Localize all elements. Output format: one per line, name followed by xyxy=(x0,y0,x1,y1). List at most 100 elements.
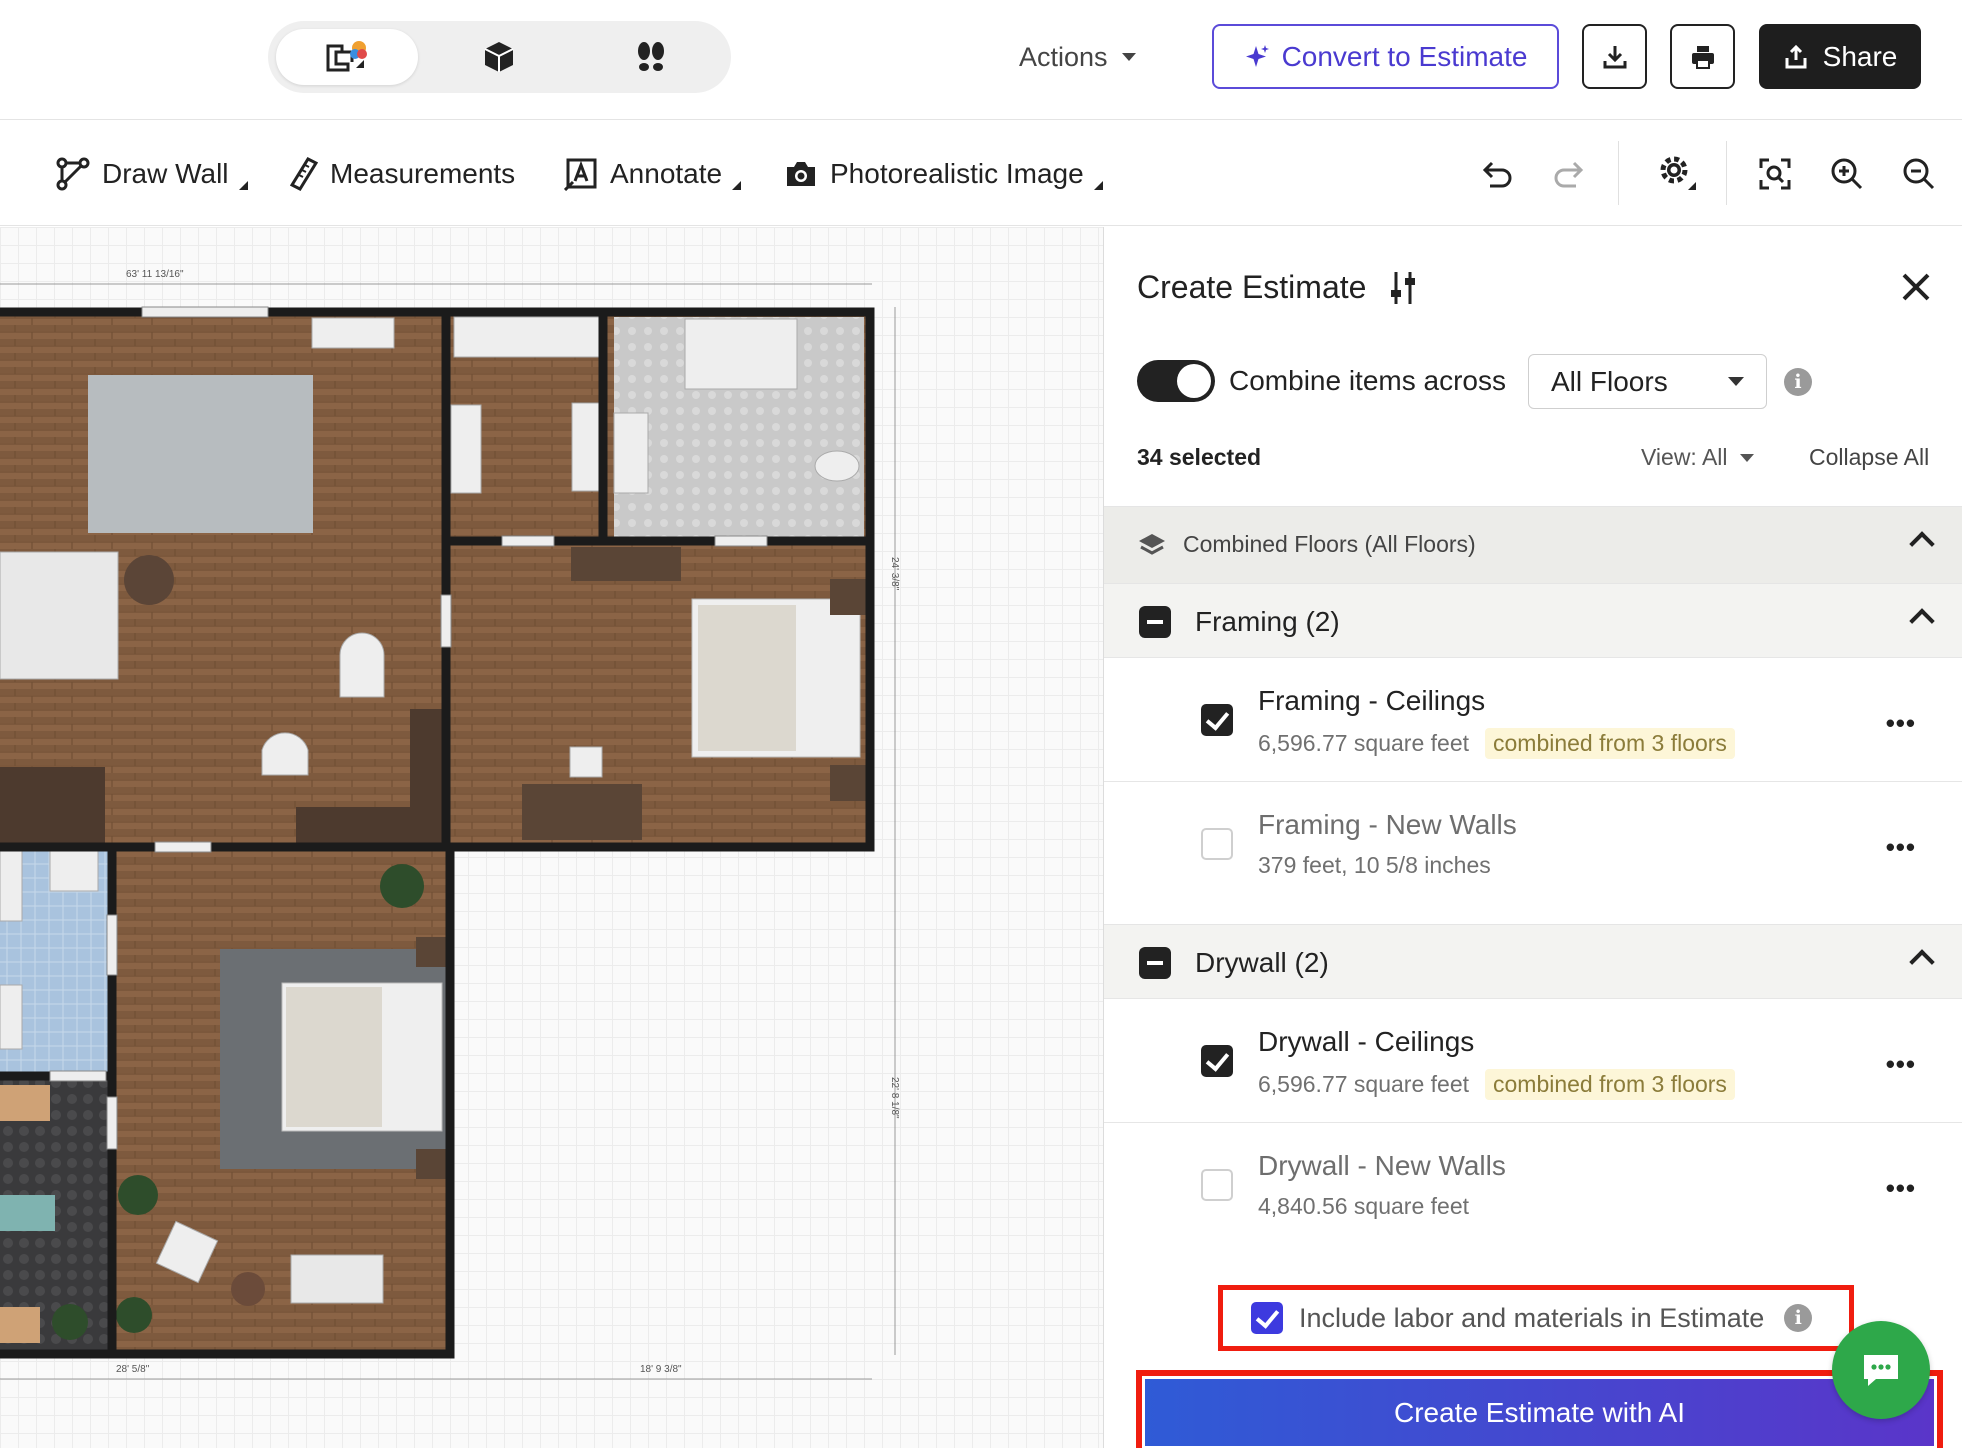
filter-sliders-icon[interactable] xyxy=(1388,270,1418,306)
more-options-icon[interactable]: ••• xyxy=(1886,1173,1916,1204)
group-header-framing[interactable]: Framing (2) xyxy=(1104,583,1962,657)
submenu-corner-icon xyxy=(1093,180,1103,190)
chevron-up-icon[interactable] xyxy=(1909,531,1935,557)
annotate-icon xyxy=(564,158,597,191)
floor-select-dropdown[interactable]: All Floors xyxy=(1528,354,1767,409)
estimate-item[interactable]: Drywall - Ceilings 6,596.77 square feet … xyxy=(1104,998,1962,1122)
dimension-label: 63' 11 13/16" xyxy=(126,269,184,280)
ruler-icon xyxy=(290,157,318,191)
redo-button[interactable] xyxy=(1546,151,1592,197)
annotate-tool[interactable]: Annotate xyxy=(564,151,742,197)
view-filter-dropdown[interactable]: View: All xyxy=(1641,444,1754,471)
fit-to-screen-button[interactable] xyxy=(1752,151,1798,197)
close-icon[interactable] xyxy=(1898,269,1934,305)
share-label: Share xyxy=(1822,40,1898,72)
toolbar-divider xyxy=(1618,141,1619,205)
chevron-up-icon[interactable] xyxy=(1909,608,1935,634)
group-label: Drywall (2) xyxy=(1195,947,1329,978)
estimate-item[interactable]: Framing - Ceilings 6,596.77 square feet … xyxy=(1104,657,1962,781)
group-partial-checkbox[interactable] xyxy=(1139,947,1171,979)
chevron-up-icon[interactable] xyxy=(1909,949,1935,975)
item-name: Framing - New Walls xyxy=(1258,809,1517,840)
chat-support-button[interactable] xyxy=(1832,1321,1930,1419)
view-mode-switcher xyxy=(268,21,731,93)
view-filter-label: View: All xyxy=(1641,444,1728,470)
zoom-in-button[interactable] xyxy=(1824,151,1870,197)
draw-wall-tool[interactable]: Draw Wall xyxy=(56,151,248,197)
floor-plan-canvas[interactable]: 63' 11 13/16" 24' 3/8" 22' 8 1/8" 28' 5/… xyxy=(0,227,1103,1448)
convert-to-estimate-button[interactable]: Convert to Estimate xyxy=(1212,24,1559,89)
mode-3d-button[interactable] xyxy=(428,29,570,85)
photorealistic-image-tool[interactable]: Photorealistic Image xyxy=(784,151,1103,197)
dimension-label: 18' 9 3/8" xyxy=(640,1364,682,1375)
include-labor-materials-option[interactable]: Include labor and materials in Estimate … xyxy=(1218,1285,1854,1351)
create-estimate-with-ai-button[interactable]: Create Estimate with AI xyxy=(1145,1379,1934,1446)
dimension-label: 22' 8 1/8" xyxy=(889,1077,900,1119)
redo-icon xyxy=(1554,161,1584,188)
floor-plan-drawing xyxy=(0,283,896,1380)
editor-toolbar: Draw Wall Measurements Annotate Photorea… xyxy=(0,121,1962,226)
create-estimate-highlight: Create Estimate with AI xyxy=(1136,1370,1943,1448)
actions-dropdown[interactable]: Actions xyxy=(1019,34,1136,80)
photorealistic-image-label: Photorealistic Image xyxy=(830,158,1084,189)
item-quantity: 4,840.56 square feet xyxy=(1258,1193,1469,1220)
item-quantity: 6,596.77 square feet combined from 3 flo… xyxy=(1258,1069,1735,1100)
zoom-in-icon xyxy=(1831,158,1863,190)
annotate-label: Annotate xyxy=(610,158,723,189)
zoom-out-icon xyxy=(1903,158,1935,190)
combine-items-toggle[interactable] xyxy=(1137,360,1215,402)
info-icon[interactable]: i xyxy=(1784,1304,1813,1332)
item-name: Framing - Ceilings xyxy=(1258,685,1486,716)
undo-button[interactable] xyxy=(1474,151,1520,197)
camera-icon xyxy=(787,162,815,186)
combine-items-label: Combine items across xyxy=(1229,365,1506,396)
item-checkbox[interactable] xyxy=(1201,1045,1233,1077)
info-icon[interactable]: i xyxy=(1784,368,1812,396)
include-labor-label: Include labor and materials in Estimate xyxy=(1299,1302,1765,1333)
item-quantity: 379 feet, 10 5/8 inches xyxy=(1258,852,1491,879)
item-checkbox[interactable] xyxy=(1201,1169,1233,1201)
share-button[interactable]: Share xyxy=(1759,24,1921,89)
draw-wall-label: Draw Wall xyxy=(102,158,229,189)
combined-floors-label: Combined Floors (All Floors) xyxy=(1183,531,1476,557)
measurements-tool[interactable]: Measurements xyxy=(290,151,515,197)
item-checkbox[interactable] xyxy=(1201,704,1233,736)
measurements-label: Measurements xyxy=(330,158,516,189)
group-label: Framing (2) xyxy=(1195,606,1340,637)
combined-floors-header[interactable]: Combined Floors (All Floors) xyxy=(1104,506,1962,583)
print-icon xyxy=(1691,45,1714,69)
more-options-icon[interactable]: ••• xyxy=(1886,708,1916,739)
chevron-down-icon xyxy=(1728,377,1744,386)
draw-wall-icon xyxy=(56,157,90,191)
item-quantity-text: 6,596.77 square feet xyxy=(1258,730,1469,756)
more-options-icon[interactable]: ••• xyxy=(1886,832,1916,863)
combined-tag: combined from 3 floors xyxy=(1485,1069,1735,1100)
item-name: Drywall - Ceilings xyxy=(1258,1026,1475,1057)
download-button[interactable] xyxy=(1582,24,1647,89)
share-upload-icon xyxy=(1785,44,1807,68)
item-quantity-text: 4,840.56 square feet xyxy=(1258,1193,1469,1219)
top-bar: Actions Convert to Estimate Share xyxy=(0,0,1962,120)
estimate-item[interactable]: Framing - New Walls 379 feet, 10 5/8 inc… xyxy=(1104,781,1962,905)
undo-icon xyxy=(1482,161,1512,188)
group-partial-checkbox[interactable] xyxy=(1139,606,1171,638)
settings-button[interactable] xyxy=(1648,151,1708,197)
item-quantity-text: 6,596.77 square feet xyxy=(1258,1071,1469,1097)
print-button[interactable] xyxy=(1670,24,1735,89)
include-labor-checkbox[interactable] xyxy=(1251,1302,1283,1334)
panel-title: Create Estimate xyxy=(1137,269,1418,306)
combined-tag: combined from 3 floors xyxy=(1485,728,1735,759)
mode-walkthrough-button[interactable] xyxy=(580,29,722,85)
dimension-label: 24' 3/8" xyxy=(889,557,900,591)
estimate-item[interactable]: Drywall - New Walls 4,840.56 square feet… xyxy=(1104,1122,1962,1246)
layers-icon xyxy=(1139,534,1165,555)
panel-footer: Include labor and materials in Estimate … xyxy=(1104,1247,1962,1448)
mode-2d-button[interactable] xyxy=(276,29,418,85)
zoom-out-button[interactable] xyxy=(1896,151,1942,197)
collapse-all-button[interactable]: Collapse All xyxy=(1809,444,1929,471)
item-checkbox[interactable] xyxy=(1201,828,1233,860)
item-quantity: 6,596.77 square feet combined from 3 flo… xyxy=(1258,728,1735,759)
more-options-icon[interactable]: ••• xyxy=(1886,1049,1916,1080)
walkthrough-footsteps-icon xyxy=(638,42,664,71)
group-header-drywall[interactable]: Drywall (2) xyxy=(1104,924,1962,998)
